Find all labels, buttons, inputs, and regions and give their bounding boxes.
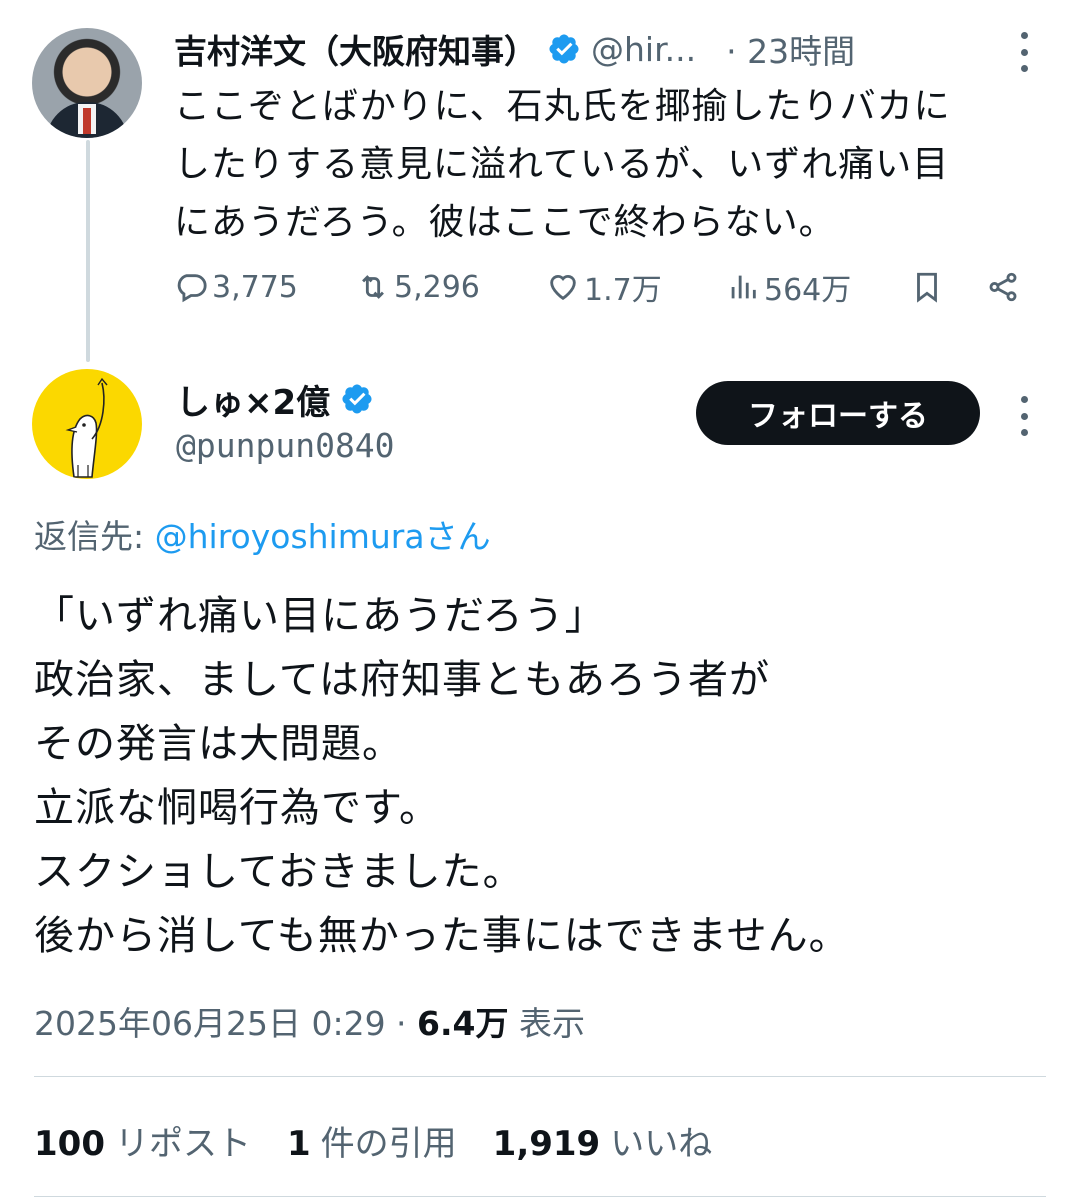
verified-badge-icon xyxy=(549,34,579,64)
parent-text-line: にあうだろう。彼はここで終わらない。 xyxy=(174,202,836,243)
likes-label: いいね xyxy=(610,1124,713,1164)
reply-button[interactable]: 3,775 xyxy=(174,262,298,312)
more-icon[interactable] xyxy=(1018,396,1030,436)
views-total: 6.4万 xyxy=(417,1004,509,1043)
parent-tweet-header: 吉村洋文（大阪府知事） @hir... · 23時間 xyxy=(174,26,855,72)
like-button[interactable]: 1.7万 xyxy=(546,262,662,312)
reply-count: 3,775 xyxy=(212,269,298,305)
likes-stat[interactable]: 1,919 いいね xyxy=(493,1116,713,1165)
parent-text-line: したりする意見に溢れているが、いずれ痛い目 xyxy=(174,144,950,185)
tweet-timestamp[interactable]: 2025年06月25日 0:29 · xyxy=(34,1004,417,1043)
reposts-count: 100 xyxy=(34,1124,105,1164)
divider xyxy=(34,1196,1046,1197)
follow-button[interactable]: フォローする xyxy=(696,381,980,445)
parent-text-line: ここぞとばかりに、石丸氏を揶揄したりバカに xyxy=(174,86,951,127)
quotes-count: 1 xyxy=(286,1124,311,1164)
reply-text-line: 政治家、ましては府知事ともあろう者が xyxy=(34,657,770,703)
bird-illustration xyxy=(65,377,108,478)
more-icon[interactable] xyxy=(1018,32,1030,72)
share-button[interactable] xyxy=(986,262,1024,312)
views-icon xyxy=(731,275,756,299)
views-label: 表示 xyxy=(508,1004,585,1043)
reposts-label: リポスト xyxy=(114,1124,251,1164)
verified-badge-icon xyxy=(342,384,372,414)
share-icon xyxy=(989,272,1017,302)
reply-to-label: 返信先: xyxy=(34,517,155,556)
parent-author-handle[interactable]: @hir... xyxy=(591,30,696,69)
engagement-stats: 100 リポスト 1 件の引用 1,919 いいね xyxy=(34,1116,748,1165)
likes-count: 1,919 xyxy=(492,1124,601,1164)
bookmark-icon xyxy=(917,272,937,303)
divider xyxy=(34,1076,1046,1077)
reply-to-line: 返信先: @hiroyoshimuraさん xyxy=(34,510,491,558)
reply-to-mention[interactable]: @hiroyoshimuraさん xyxy=(155,517,491,556)
parent-tweet-text: ここぞとばかりに、石丸氏を揶揄したりバカに したりする意見に溢れているが、いずれ… xyxy=(174,78,1044,252)
tweet-meta: 2025年06月25日 0:29 · 6.4万 表示 xyxy=(34,997,585,1045)
reply-author-handle[interactable]: @punpun0840 xyxy=(176,426,395,465)
quotes-label: 件の引用 xyxy=(320,1124,457,1164)
avatar-parent[interactable] xyxy=(32,28,142,138)
like-count: 1.7万 xyxy=(584,273,662,308)
reply-icon xyxy=(177,274,207,303)
reply-author-name[interactable]: しゅ×2億 xyxy=(176,375,330,424)
like-icon xyxy=(550,275,576,301)
parent-tweet-actions: 3,775 5,296 1.7万 564万 xyxy=(174,262,1034,312)
reply-author-row: しゅ×2億 xyxy=(176,375,374,424)
reply-text-line: その発言は大問題。 xyxy=(34,721,403,767)
views-button[interactable]: 564万 xyxy=(726,262,851,312)
avatar-reply[interactable] xyxy=(32,369,142,479)
parent-author-name[interactable]: 吉村洋文（大阪府知事） xyxy=(174,25,537,73)
views-count: 564万 xyxy=(764,273,852,308)
reply-text-line: 「いずれ痛い目にあうだろう」 xyxy=(34,593,606,639)
reply-tweet-text: 「いずれ痛い目にあうだろう」 政治家、ましては府知事ともあろう者が その発言は大… xyxy=(34,584,1044,968)
reposts-stat[interactable]: 100 リポスト xyxy=(34,1116,251,1165)
parent-tweet-time[interactable]: · 23時間 xyxy=(726,25,855,73)
retweet-count: 5,296 xyxy=(394,269,480,305)
reply-text-line: スクショしておきました。 xyxy=(34,849,524,895)
reply-text-line: 後から消しても無かった事にはできません。 xyxy=(34,913,850,959)
quotes-stat[interactable]: 1 件の引用 xyxy=(287,1116,457,1165)
retweet-button[interactable]: 5,296 xyxy=(356,262,480,312)
reply-text-line: 立派な恫喝行為です。 xyxy=(34,785,440,831)
bookmark-button[interactable] xyxy=(910,262,948,312)
retweet-icon xyxy=(362,275,384,299)
thread-connector-line xyxy=(86,140,90,362)
